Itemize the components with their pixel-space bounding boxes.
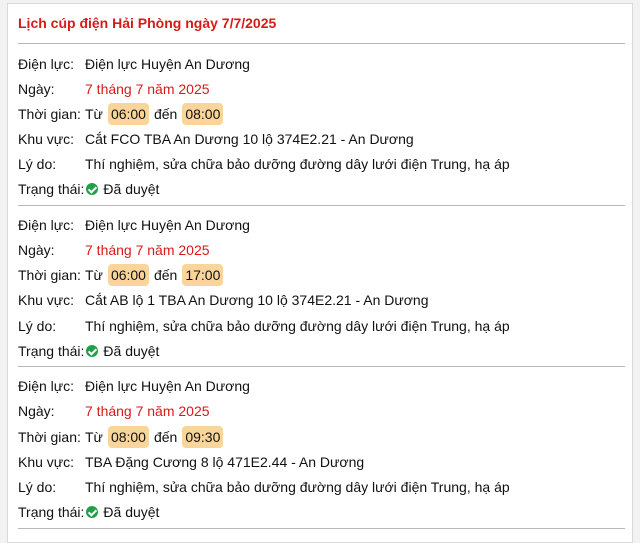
entry-2-dien-luc-row: Điện lực: Điện lực Huyện An Dương [18, 214, 250, 236]
den-label: đến [153, 267, 178, 283]
entry-3-ly-do-row: Lý do: Thí nghiệm, sửa chữa bảo dưỡng đư… [18, 476, 510, 498]
tu-label: Từ [85, 106, 103, 122]
status-badge: Đã duyệt [103, 181, 160, 197]
check-circle-icon [86, 506, 99, 518]
title-divider [18, 43, 625, 44]
ly-do-label: Lý do: [18, 156, 57, 172]
entry-1-ly-do-row: Lý do: Thí nghiệm, sửa chữa bảo dưỡng đư… [18, 153, 510, 175]
entry-3-trang-thai-row: Trạng thái: Đã duyệt [18, 501, 159, 523]
entry-3-khu-vuc-row: Khu vực: TBA Đặng Cương 8 lộ 471E2.44 - … [18, 451, 364, 473]
start-time: 06:00 [107, 103, 149, 125]
den-label: đến [153, 106, 178, 122]
check-circle-icon [86, 183, 99, 195]
ly-do-value: Thí nghiệm, sửa chữa bảo dưỡng đường dây… [85, 479, 510, 495]
ly-do-label: Lý do: [18, 479, 57, 495]
entry-2-ngay-row: Ngày: 7 tháng 7 năm 2025 [18, 239, 210, 261]
schedule-panel: Lịch cúp điện Hải Phòng ngày 7/7/2025 Đi… [7, 3, 633, 543]
status-badge: Đã duyệt [103, 504, 160, 520]
start-time: 06:00 [107, 264, 149, 286]
entry-3-ngay-row: Ngày: 7 tháng 7 năm 2025 [18, 400, 210, 422]
entry-divider [18, 205, 625, 206]
entry-2-khu-vuc-row: Khu vực: Cắt AB lộ 1 TBA An Dương 10 lộ … [18, 289, 429, 311]
thoi-gian-label: Thời gian: [18, 106, 81, 122]
entry-3-thoi-gian-row: Thời gian: Từ 08:00 đến 09:30 [18, 426, 224, 448]
trang-thai-label: Trạng thái: [18, 504, 85, 520]
entry-1-dien-luc-row: Điện lực: Điện lực Huyện An Dương [18, 53, 250, 75]
thoi-gian-label: Thời gian: [18, 267, 81, 283]
status-badge: Đã duyệt [103, 343, 160, 359]
entry-2-ly-do-row: Lý do: Thí nghiệm, sửa chữa bảo dưỡng đư… [18, 315, 510, 337]
thoi-gian-label: Thời gian: [18, 429, 81, 445]
dien-luc-label: Điện lực: [18, 56, 75, 72]
end-time: 17:00 [182, 264, 224, 286]
entry-divider [18, 528, 625, 529]
entry-1-trang-thai-row: Trạng thái: Đã duyệt [18, 178, 159, 200]
start-time: 08:00 [107, 426, 149, 448]
khu-vuc-value: TBA Đặng Cương 8 lộ 471E2.44 - An Dương [85, 454, 365, 470]
tu-label: Từ [85, 429, 103, 445]
dien-luc-value: Điện lực Huyện An Dương [85, 56, 250, 72]
den-label: đến [153, 429, 178, 445]
entry-1-thoi-gian-row: Thời gian: Từ 06:00 đến 08:00 [18, 103, 224, 125]
tu-label: Từ [85, 267, 103, 283]
dien-luc-value: Điện lực Huyện An Dương [85, 378, 250, 394]
entry-divider [18, 366, 625, 367]
end-time: 09:30 [182, 426, 224, 448]
entry-3-dien-luc-row: Điện lực: Điện lực Huyện An Dương [18, 375, 250, 397]
trang-thai-label: Trạng thái: [18, 343, 85, 359]
ngay-label: Ngày: [18, 81, 55, 97]
khu-vuc-label: Khu vực: [18, 454, 75, 470]
entry-1-ngay-row: Ngày: 7 tháng 7 năm 2025 [18, 78, 210, 100]
end-time: 08:00 [182, 103, 224, 125]
dien-luc-label: Điện lực: [18, 217, 75, 233]
ngay-value: 7 tháng 7 năm 2025 [85, 81, 210, 97]
ngay-value: 7 tháng 7 năm 2025 [85, 403, 210, 419]
khu-vuc-value: Cắt AB lộ 1 TBA An Dương 10 lộ 374E2.21 … [85, 292, 429, 308]
entry-2-thoi-gian-row: Thời gian: Từ 06:00 đến 17:00 [18, 264, 224, 286]
dien-luc-label: Điện lực: [18, 378, 75, 394]
ngay-value: 7 tháng 7 năm 2025 [85, 242, 210, 258]
dien-luc-value: Điện lực Huyện An Dương [85, 217, 250, 233]
ly-do-value: Thí nghiệm, sửa chữa bảo dưỡng đường dây… [85, 318, 510, 334]
check-circle-icon [86, 345, 99, 357]
entry-2-trang-thai-row: Trạng thái: Đã duyệt [18, 340, 159, 362]
page-title: Lịch cúp điện Hải Phòng ngày 7/7/2025 [18, 15, 277, 31]
ngay-label: Ngày: [18, 242, 55, 258]
trang-thai-label: Trạng thái: [18, 181, 85, 197]
khu-vuc-label: Khu vực: [18, 131, 75, 147]
ly-do-label: Lý do: [18, 318, 57, 334]
ly-do-value: Thí nghiệm, sửa chữa bảo dưỡng đường dây… [85, 156, 510, 172]
entry-1-khu-vuc-row: Khu vực: Cắt FCO TBA An Dương 10 lộ 374E… [18, 128, 414, 150]
khu-vuc-label: Khu vực: [18, 292, 75, 308]
ngay-label: Ngày: [18, 403, 55, 419]
khu-vuc-value: Cắt FCO TBA An Dương 10 lộ 374E2.21 - An… [85, 131, 414, 147]
